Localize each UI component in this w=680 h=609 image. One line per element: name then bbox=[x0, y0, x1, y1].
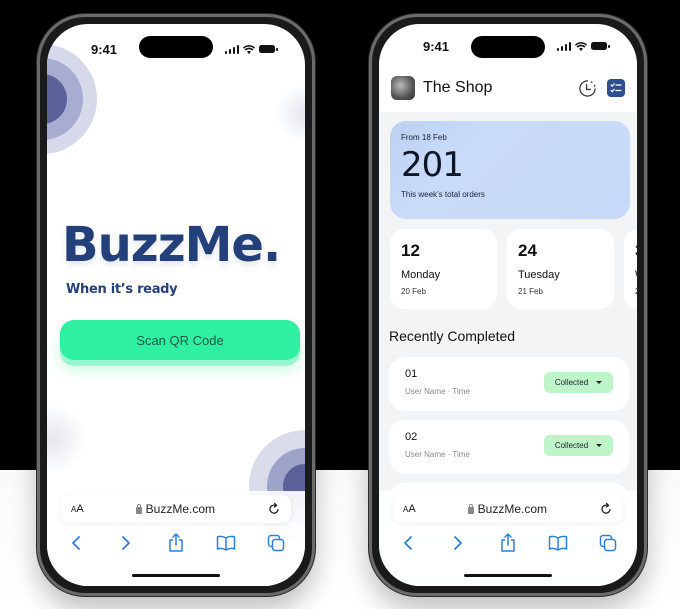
home-indicator bbox=[132, 573, 220, 577]
daily-orders-carousel[interactable]: 12 Monday 20 Feb 24 Tuesday 21 Feb 3 W 2 bbox=[390, 229, 637, 309]
day-date: 20 Feb bbox=[401, 287, 426, 296]
day-date: 2 bbox=[635, 287, 637, 296]
forward-icon[interactable] bbox=[115, 532, 137, 554]
status-label: Collected bbox=[554, 441, 589, 450]
order-status-dropdown[interactable]: Collected bbox=[544, 372, 613, 393]
status-label: Collected bbox=[554, 378, 589, 387]
dynamic-island bbox=[471, 36, 545, 58]
lock-icon bbox=[467, 503, 474, 514]
status-icons bbox=[224, 44, 278, 54]
phone-shop-dashboard: 9:41 The Shop From 18 Feb 201 This week’… bbox=[369, 14, 647, 596]
section-title: Recently Completed bbox=[389, 328, 516, 344]
weekly-orders-card[interactable]: From 18 Feb 201 This week’s total orders bbox=[390, 121, 630, 219]
tagline: When it’s ready bbox=[66, 282, 178, 297]
wifi-icon bbox=[243, 44, 255, 54]
tasks-icon[interactable] bbox=[607, 79, 625, 97]
cellular-signal-icon bbox=[224, 44, 239, 54]
safari-toolbar bbox=[59, 531, 293, 555]
shop-logo bbox=[391, 76, 415, 100]
cellular-signal-icon bbox=[556, 41, 571, 51]
caret-down-icon bbox=[596, 381, 603, 384]
brand-logo: BuzzMe. bbox=[62, 217, 281, 273]
home-indicator bbox=[464, 573, 552, 577]
reload-icon[interactable] bbox=[599, 502, 613, 516]
summary-date-range: From 18 Feb bbox=[401, 133, 447, 142]
day-card[interactable]: 12 Monday 20 Feb bbox=[390, 229, 497, 309]
wifi-icon bbox=[575, 41, 587, 51]
forward-icon[interactable] bbox=[447, 532, 469, 554]
tabs-icon[interactable] bbox=[265, 532, 287, 554]
day-card[interactable]: 3 W 2 bbox=[624, 229, 637, 309]
day-name: W bbox=[635, 269, 637, 281]
url-text: BuzzMe.com bbox=[477, 502, 548, 516]
tabs-icon[interactable] bbox=[597, 532, 619, 554]
bookmarks-icon[interactable] bbox=[215, 532, 237, 554]
status-time: 9:41 bbox=[91, 41, 118, 57]
order-status-dropdown[interactable]: Collected bbox=[544, 435, 613, 456]
decorative-blob bbox=[275, 84, 305, 144]
lock-icon bbox=[135, 503, 142, 514]
day-order-count: 12 bbox=[401, 241, 420, 260]
header-actions bbox=[578, 79, 625, 98]
text-size-button[interactable]: AA bbox=[403, 503, 416, 515]
app-header: The Shop bbox=[379, 64, 637, 112]
order-row[interactable]: 01 User Name · Time Collected bbox=[389, 357, 629, 411]
status-time: 9:41 bbox=[423, 38, 450, 54]
summary-label: This week’s total orders bbox=[401, 190, 485, 199]
scan-qr-code-button[interactable]: Scan QR Code bbox=[60, 320, 300, 360]
safari-toolbar bbox=[391, 531, 625, 555]
back-icon[interactable] bbox=[65, 532, 87, 554]
order-row[interactable]: 02 User Name · Time Collected bbox=[389, 420, 629, 474]
url-display[interactable]: BuzzMe.com bbox=[467, 502, 548, 516]
day-order-count: 24 bbox=[518, 241, 537, 260]
address-bar[interactable]: AA BuzzMe.com bbox=[61, 495, 291, 523]
phone-buzzme-landing: 9:41 BuzzMe. When it’s ready Scan QR Cod… bbox=[37, 14, 315, 596]
url-display[interactable]: BuzzMe.com bbox=[135, 502, 216, 516]
bookmarks-icon[interactable] bbox=[547, 532, 569, 554]
text-size-button[interactable]: AA bbox=[71, 503, 84, 515]
day-name: Monday bbox=[401, 269, 441, 281]
decorative-blob bbox=[47, 404, 87, 474]
day-card[interactable]: 24 Tuesday 21 Feb bbox=[507, 229, 614, 309]
day-order-count: 3 bbox=[635, 241, 637, 261]
caret-down-icon bbox=[596, 444, 603, 447]
phone-screen: 9:41 The Shop From 18 Feb 201 This week’… bbox=[379, 24, 637, 586]
share-icon[interactable] bbox=[165, 532, 187, 554]
battery-icon bbox=[259, 45, 278, 53]
safari-bottom-bar: AA BuzzMe.com bbox=[379, 491, 637, 586]
status-icons bbox=[556, 41, 610, 51]
day-date: 21 Feb bbox=[518, 287, 543, 296]
summary-order-count: 201 bbox=[401, 145, 464, 185]
phone-screen: 9:41 BuzzMe. When it’s ready Scan QR Cod… bbox=[47, 24, 305, 586]
status-bar: 9:41 bbox=[47, 24, 305, 72]
day-name: Tuesday bbox=[518, 269, 560, 281]
share-icon[interactable] bbox=[497, 532, 519, 554]
shop-title: The Shop bbox=[423, 79, 493, 96]
dynamic-island bbox=[139, 36, 213, 58]
address-bar[interactable]: AA BuzzMe.com bbox=[393, 495, 623, 523]
status-bar: 9:41 bbox=[379, 24, 637, 66]
reload-icon[interactable] bbox=[267, 502, 281, 516]
battery-icon bbox=[591, 42, 610, 50]
back-icon[interactable] bbox=[397, 532, 419, 554]
history-icon[interactable] bbox=[578, 79, 597, 98]
url-text: BuzzMe.com bbox=[145, 502, 216, 516]
safari-bottom-bar: AA BuzzMe.com bbox=[47, 491, 305, 586]
